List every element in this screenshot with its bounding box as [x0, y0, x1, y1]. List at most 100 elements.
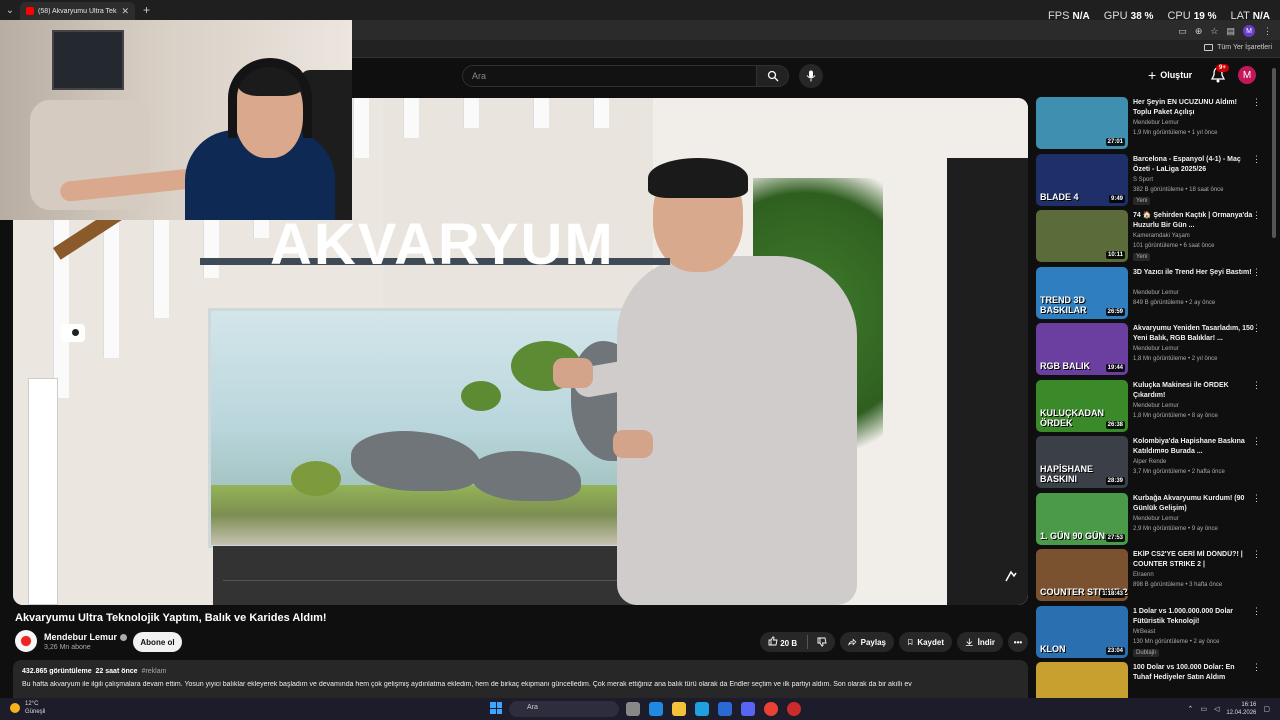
channel-watermark-icon[interactable] [1003, 568, 1019, 584]
account-avatar[interactable]: M [1238, 66, 1256, 84]
video-title[interactable]: Kuluçka Makinesi ile ÖRDEK Çıkardım! [1133, 381, 1255, 401]
new-tab-button[interactable]: + [143, 3, 150, 17]
copilot-icon[interactable] [649, 702, 663, 716]
download-button[interactable]: İndir [957, 632, 1003, 652]
task-view-icon[interactable] [626, 702, 640, 716]
recommended-video[interactable]: HAPİSHANE BASKINI 28:39 Kolombiya'da Hapis… [1036, 436, 1264, 488]
recommended-video[interactable]: 27:01 Her Şeyin EN UCUZUNU Aldım! Toplu P… [1036, 97, 1264, 149]
browser-tab-active[interactable]: (58) Akvaryumu Ultra Teknolojik ✕ [20, 2, 135, 20]
recommended-video[interactable]: RGB BALIK 19:44 Akvaryumu Yeniden Tasarlad… [1036, 323, 1264, 375]
edge-browser-icon[interactable] [695, 702, 709, 716]
more-vert-icon[interactable]: ⋮ [1252, 493, 1261, 504]
channel-name[interactable]: Mendebur Lemur [1133, 516, 1179, 522]
channel-name[interactable]: Mendebur Lemur [1133, 346, 1179, 352]
channel-name[interactable]: Mendebur Lemur [1133, 290, 1179, 296]
more-vert-icon[interactable]: ⋮ [1252, 97, 1261, 108]
tray-overflow-icon[interactable]: ⌃ [1187, 705, 1193, 713]
recommended-video[interactable]: TREND 3D BASKILAR 26:59 3D Yazıcı ile Tren… [1036, 266, 1264, 319]
video-title[interactable]: Her Şeyin EN UCUZUNU Aldım! Toplu Paket … [1133, 98, 1255, 118]
video-thumbnail[interactable]: 1. GÜN 90 GÜN 27:53 [1036, 492, 1128, 545]
weather-widget[interactable]: 12°C Güneşli [10, 700, 45, 716]
more-actions-button[interactable]: ••• [1008, 632, 1028, 652]
like-button[interactable]: 20 B [768, 636, 797, 648]
tab-search-chevron-icon[interactable]: ⌄ [0, 0, 20, 20]
more-vert-icon[interactable]: ⋮ [1252, 323, 1261, 334]
video-title[interactable]: EKİP CS2'YE GERİ Mİ DÖNDÜ?! | COUNTER ST… [1133, 550, 1255, 570]
more-vert-icon[interactable]: ⋮ [1252, 662, 1261, 673]
voice-search-button[interactable] [799, 64, 823, 88]
more-vert-icon[interactable]: ⋮ [1252, 210, 1261, 221]
recommended-video[interactable]: KULUÇKADAN ÖRDEK 26:38 Kuluçka Makinesi il… [1036, 379, 1264, 432]
video-title[interactable]: 74 🏠 Şehirden Kaçtık | Ormanya'da Huzurl… [1133, 211, 1255, 231]
video-thumbnail[interactable]: 10:11 [1036, 210, 1128, 262]
video-thumbnail[interactable]: KULUÇKADAN ÖRDEK 26:38 [1036, 379, 1128, 432]
extensions-icon[interactable]: ▤ [1226, 26, 1235, 37]
cast-icon[interactable]: ▭ [1178, 26, 1187, 37]
system-clock[interactable]: 16:16 12.04.2026 [1226, 701, 1256, 717]
taskbar-search[interactable]: Ara [509, 701, 619, 717]
hashtag-link[interactable]: #reklam [142, 668, 167, 675]
store-icon[interactable] [718, 702, 732, 716]
video-title[interactable]: 100 Dolar vs 100.000 Dolar: En Tuhaf Hed… [1133, 663, 1255, 683]
channel-name[interactable]: MrBeast [1133, 629, 1155, 635]
bookmark-star-icon[interactable]: ☆ [1210, 26, 1218, 37]
channel-name[interactable]: Elraenn [1133, 572, 1154, 578]
more-vert-icon[interactable]: ⋮ [1252, 154, 1261, 165]
duration-badge: 27:53 [1105, 533, 1125, 542]
search-button[interactable] [757, 65, 789, 87]
video-thumbnail[interactable]: 27:01 [1036, 97, 1128, 149]
baluster [353, 98, 369, 158]
recommended-video[interactable]: BLADE 4 9:49 Barcelona - Espanyol (4-1) - … [1036, 153, 1264, 206]
channel-name[interactable]: Mendebur Lemur [44, 632, 128, 642]
save-button[interactable]: Kaydet [899, 632, 952, 652]
more-vert-icon[interactable]: ⋮ [1252, 436, 1261, 447]
channel-name[interactable]: Mendebur Lemur [1133, 403, 1179, 409]
video-thumbnail[interactable]: COUNTER STRIKE 2 1:18:43 [1036, 549, 1128, 601]
app-icon[interactable] [787, 702, 801, 716]
notification-center-icon[interactable]: ▢ [1263, 705, 1270, 713]
file-explorer-icon[interactable] [672, 702, 686, 716]
page-scrollbar[interactable] [1271, 68, 1277, 698]
network-icon[interactable]: ▭ [1200, 705, 1207, 713]
create-button[interactable]: + Oluştur [1148, 67, 1192, 83]
windows-start-icon[interactable] [490, 702, 502, 714]
channel-avatar[interactable] [15, 630, 37, 652]
video-title[interactable]: 1 Dolar vs 1.000.000.000 Dolar Fütüristi… [1133, 607, 1255, 627]
scrollbar-thumb[interactable] [1272, 68, 1276, 238]
channel-name[interactable]: Kameramdaki Yaşam [1133, 233, 1190, 239]
video-thumbnail[interactable]: BLADE 4 9:49 [1036, 153, 1128, 206]
profile-avatar[interactable]: M [1243, 25, 1255, 37]
channel-name[interactable]: Mendebur Lemur [1133, 120, 1179, 126]
video-thumbnail[interactable]: HAPİSHANE BASKINI 28:39 [1036, 436, 1128, 488]
recommended-video[interactable]: COUNTER STRIKE 2 1:18:43 EKİP CS2'YE GERİ … [1036, 549, 1264, 601]
channel-name[interactable]: S Sport [1133, 177, 1153, 183]
video-title[interactable]: Kolombiya'da Hapishane Baskına Katıldım¤… [1133, 437, 1255, 457]
more-vert-icon[interactable]: ⋮ [1252, 606, 1261, 617]
recommended-video[interactable]: 1. GÜN 90 GÜN 27:53 Kurbağa Akvaryumu Kurd… [1036, 492, 1264, 545]
subscribe-button[interactable]: Abone ol [133, 632, 182, 652]
video-thumbnail[interactable]: KLON 23:04 [1036, 605, 1128, 658]
more-vert-icon[interactable]: ⋮ [1252, 549, 1261, 560]
chrome-icon[interactable] [764, 702, 778, 716]
volume-icon[interactable]: ◁ [1214, 705, 1219, 713]
thumbnail-text: RGB BALIK [1040, 361, 1090, 371]
more-vert-icon[interactable]: ⋮ [1252, 380, 1261, 391]
channel-name[interactable]: Alper Rende [1133, 459, 1166, 465]
video-title[interactable]: Akvaryumu Yeniden Tasarladım, 150 Yeni B… [1133, 324, 1255, 344]
video-title[interactable]: Barcelona - Espanyol (4-1) - Maç Özeti -… [1133, 155, 1255, 175]
video-thumbnail[interactable]: RGB BALIK 19:44 [1036, 323, 1128, 375]
zoom-icon[interactable]: ⊕ [1195, 26, 1203, 37]
recommended-video[interactable]: KLON 23:04 1 Dolar vs 1.000.000.000 Dolar … [1036, 605, 1264, 658]
video-title[interactable]: Kurbağa Akvaryumu Kurdum! (90 Günlük Gel… [1133, 494, 1255, 514]
video-thumbnail[interactable]: TREND 3D BASKILAR 26:59 [1036, 266, 1128, 319]
tab-close-icon[interactable]: ✕ [121, 6, 129, 17]
all-bookmarks-button[interactable]: Tüm Yer İşaretleri [1204, 44, 1272, 51]
discord-icon[interactable] [741, 702, 755, 716]
search-input[interactable]: Ara [462, 65, 757, 87]
share-button[interactable]: Paylaş [840, 632, 894, 652]
recommended-video[interactable]: 10:11 74 🏠 Şehirden Kaçtık | Ormanya'da H… [1036, 210, 1264, 262]
thumbs-down-icon[interactable] [817, 637, 827, 647]
browser-menu-icon[interactable]: ⋮ [1263, 26, 1272, 37]
video-title[interactable]: 3D Yazıcı ile Trend Her Şeyi Bastım! [1133, 268, 1255, 278]
more-vert-icon[interactable]: ⋮ [1252, 267, 1261, 278]
